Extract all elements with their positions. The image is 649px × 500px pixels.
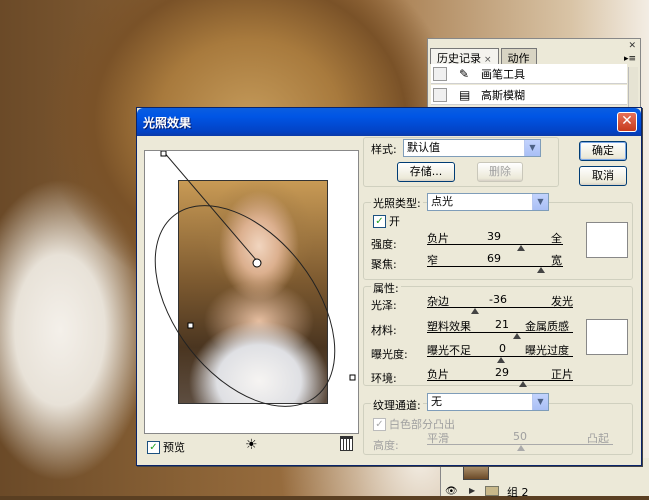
style-label: 样式: — [371, 143, 397, 156]
history-item[interactable]: ✎ 画笔工具 — [431, 64, 627, 84]
chevron-down-icon[interactable]: ▼ — [532, 394, 548, 410]
light-center-handle[interactable] — [252, 258, 262, 268]
ambience-slider-track[interactable] — [427, 380, 573, 381]
height-slider-thumb[interactable] — [517, 445, 525, 451]
preview-check-icon[interactable]: ✓ — [147, 440, 160, 454]
save-button[interactable]: 存储... — [397, 162, 455, 182]
gloss-value: -36 — [489, 293, 507, 306]
delete-button[interactable]: 删除 — [477, 162, 523, 182]
light-color-swatch[interactable] — [586, 222, 628, 258]
layer-group-name[interactable]: 组 2 — [507, 484, 529, 500]
intensity-value: 39 — [487, 230, 501, 243]
material-value: 21 — [495, 318, 509, 331]
expand-arrow-icon[interactable]: ▶ — [469, 486, 475, 495]
brush-icon: ✎ — [459, 66, 470, 81]
style-select[interactable]: 默认值 ▼ — [403, 139, 541, 157]
height-value: 50 — [513, 430, 527, 443]
history-item[interactable]: ▤ 高斯模糊 — [431, 85, 627, 105]
gloss-slider-thumb[interactable] — [471, 308, 479, 314]
ambience-value: 29 — [495, 366, 509, 379]
light-on-checkbox[interactable]: ✓ 开 — [373, 213, 400, 229]
chevron-down-icon[interactable]: ▼ — [524, 140, 540, 156]
cancel-button[interactable]: 取消 — [579, 166, 627, 186]
exposure-slider-thumb[interactable] — [497, 357, 505, 363]
white-high-check-icon[interactable]: ✓ — [373, 417, 386, 431]
history-snapshot-box[interactable] — [433, 66, 447, 81]
light-handle[interactable] — [187, 322, 194, 329]
tab-history[interactable]: 历史记录 × — [430, 48, 499, 65]
history-panel: ✕ 历史记录 × 动作 ▸≡ ✎ 画笔工具 ▤ 高斯模糊 — [427, 38, 641, 113]
gloss-slider-track[interactable] — [427, 307, 573, 308]
material-slider-thumb[interactable] — [513, 333, 521, 339]
focus-slider-thumb[interactable] — [537, 267, 545, 273]
panel-scrollbar[interactable] — [628, 67, 638, 111]
focus-label: 聚焦: — [371, 258, 397, 271]
dialog-title: 光照效果 — [143, 116, 192, 130]
lighting-effects-dialog: 光照效果 ✕ ✓ 预览 ☀ 样式: 默认值 ▼ 存储... 删除 确定 取消 光… — [136, 107, 642, 466]
exposure-label: 曝光度: — [371, 348, 408, 361]
height-label: 高度: — [373, 439, 399, 452]
preview-area[interactable] — [144, 150, 359, 434]
light-bulb-icon[interactable]: ☀ — [245, 437, 258, 453]
eye-icon[interactable]: 👁 — [445, 486, 458, 497]
ok-button[interactable]: 确定 — [579, 141, 627, 161]
intensity-label: 强度: — [371, 238, 397, 251]
texture-channel-label: 纹理通道: — [371, 397, 423, 413]
history-snapshot-box[interactable] — [433, 87, 447, 102]
material-label: 材料: — [371, 324, 397, 337]
light-type-label: 光照类型: — [371, 195, 423, 211]
light-type-select[interactable]: 点光 ▼ — [427, 193, 549, 211]
texture-channel-select[interactable]: 无 ▼ — [427, 393, 549, 411]
light-ellipse-overlay[interactable] — [145, 151, 360, 435]
folder-icon — [485, 486, 499, 496]
preview-checkbox[interactable]: ✓ 预览 — [147, 439, 185, 455]
light-on-check-icon[interactable]: ✓ — [373, 214, 386, 228]
exposure-value: 0 — [499, 342, 506, 355]
light-handle[interactable] — [349, 374, 356, 381]
gloss-label: 光泽: — [371, 299, 397, 312]
tab-actions[interactable]: 动作 — [500, 48, 537, 65]
filter-icon: ▤ — [459, 87, 471, 102]
intensity-slider-track[interactable] — [427, 244, 563, 245]
panel-menu-icon[interactable]: ▸≡ — [624, 54, 636, 64]
panel-close-icon[interactable]: ✕ — [628, 41, 636, 51]
close-button[interactable]: ✕ — [617, 112, 637, 132]
intensity-slider-thumb[interactable] — [517, 245, 525, 251]
properties-label: 属性: — [371, 280, 401, 296]
ambient-color-swatch[interactable] — [586, 319, 628, 355]
trash-icon[interactable] — [340, 436, 353, 451]
focus-value: 69 — [487, 252, 501, 265]
dialog-titlebar[interactable]: 光照效果 ✕ — [137, 108, 641, 136]
ambience-slider-thumb[interactable] — [519, 381, 527, 387]
ambience-label: 环境: — [371, 372, 397, 385]
light-handle[interactable] — [160, 151, 167, 157]
material-slider-track[interactable] — [427, 332, 573, 333]
chevron-down-icon[interactable]: ▼ — [532, 194, 548, 210]
